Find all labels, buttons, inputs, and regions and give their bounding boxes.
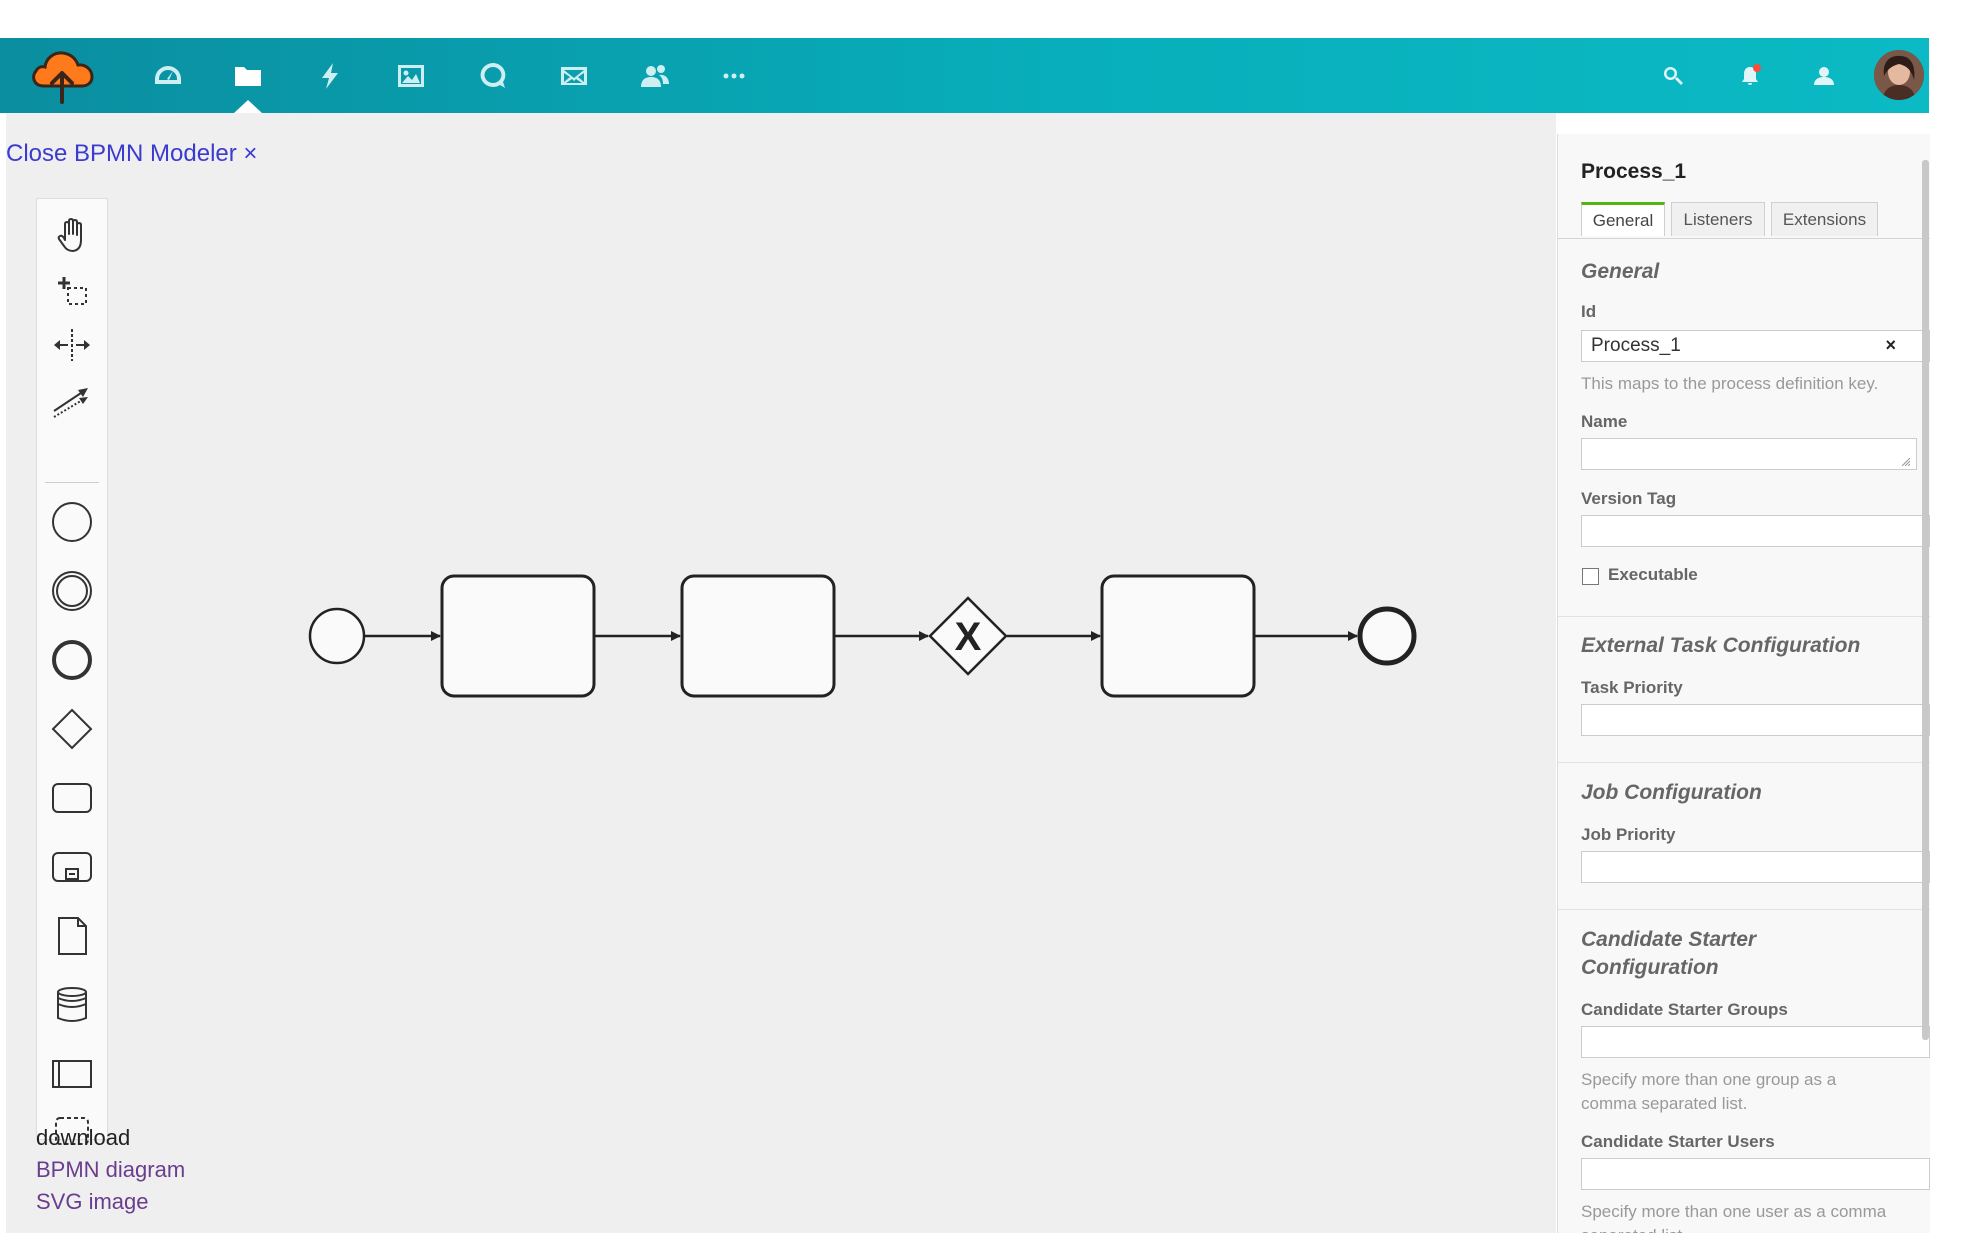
cloud-logo-icon[interactable] xyxy=(28,44,96,106)
bell-icon[interactable] xyxy=(1734,60,1766,92)
gateway-icon[interactable] xyxy=(47,704,97,754)
executable-checkbox[interactable] xyxy=(1582,568,1599,585)
active-nav-indicator xyxy=(234,100,262,113)
candidate-users-label: Candidate Starter Users xyxy=(1581,1132,1775,1151)
task-priority-label: Task Priority xyxy=(1581,678,1683,697)
task-priority-field[interactable] xyxy=(1581,704,1930,736)
pool-icon[interactable] xyxy=(47,1049,97,1099)
hand-tool-icon[interactable] xyxy=(47,211,97,261)
end-event-icon[interactable] xyxy=(47,635,97,685)
candidate-users-hint: Specify more than one user as a comma se… xyxy=(1581,1202,1887,1233)
start-event-icon[interactable] xyxy=(47,497,97,547)
candidate-groups-field[interactable] xyxy=(1581,1026,1930,1058)
palette-separator xyxy=(45,482,99,483)
version-tag-field[interactable] xyxy=(1581,515,1930,547)
subprocess-icon[interactable] xyxy=(47,842,97,892)
properties-scrollbar[interactable] xyxy=(1922,160,1929,1040)
task-icon[interactable] xyxy=(47,773,97,823)
id-hint: This maps to the process definition key. xyxy=(1581,374,1879,393)
task[interactable] xyxy=(440,574,596,698)
search-icon[interactable] xyxy=(1657,60,1689,92)
task[interactable] xyxy=(1100,574,1256,698)
start-event[interactable] xyxy=(308,607,366,665)
data-store-icon[interactable] xyxy=(47,980,97,1030)
tabs-divider xyxy=(1558,238,1930,239)
properties-panel: Process_1 General Listeners Extensions G… xyxy=(1557,134,1930,1233)
bpmn-diagram: X xyxy=(308,574,1417,698)
avatar[interactable] xyxy=(1874,50,1924,100)
download-bpmn-link[interactable]: BPMN diagram xyxy=(36,1154,185,1186)
job-priority-label: Job Priority xyxy=(1581,825,1676,844)
group-divider xyxy=(1558,616,1930,617)
candidate-groups-hint: Specify more than one group as a comma s… xyxy=(1581,1070,1837,1113)
folder-icon[interactable] xyxy=(228,56,268,96)
id-field[interactable] xyxy=(1581,330,1930,362)
chat-icon[interactable] xyxy=(473,56,513,96)
gateway-marker: X xyxy=(955,615,982,659)
properties-title: Process_1 xyxy=(1581,160,1687,183)
group-divider xyxy=(1558,909,1930,910)
close-modeler-link[interactable]: Close BPMN Modeler × xyxy=(6,140,257,168)
candidate-groups-label: Candidate Starter Groups xyxy=(1581,1000,1788,1019)
lightning-icon[interactable] xyxy=(310,56,350,96)
intermediate-event-icon[interactable] xyxy=(47,566,97,616)
general-group-title: General xyxy=(1581,260,1660,283)
tab-extensions[interactable]: Extensions xyxy=(1771,202,1878,236)
tool-palette xyxy=(36,198,108,1145)
tab-general[interactable]: General xyxy=(1581,202,1665,236)
external-task-group-title: External Task Configuration xyxy=(1581,634,1861,657)
lasso-tool-icon[interactable] xyxy=(47,265,97,315)
name-field[interactable] xyxy=(1581,438,1917,470)
image-icon[interactable] xyxy=(391,56,431,96)
more-icon[interactable] xyxy=(714,56,754,96)
candidate-group-title: Candidate Starter Configuration xyxy=(1581,928,1757,979)
download-section: download BPMN diagram SVG image xyxy=(36,1122,185,1218)
user-icon[interactable] xyxy=(1808,60,1840,92)
tab-listeners[interactable]: Listeners xyxy=(1671,202,1765,236)
id-label: Id xyxy=(1581,302,1597,321)
clear-id-icon[interactable]: × xyxy=(1885,335,1896,356)
download-svg-link[interactable]: SVG image xyxy=(36,1186,185,1218)
end-event[interactable] xyxy=(1357,606,1417,666)
resize-grip-icon[interactable] xyxy=(1902,458,1910,466)
group-divider xyxy=(1558,762,1930,763)
version-tag-label: Version Tag xyxy=(1581,489,1677,508)
dashboard-icon[interactable] xyxy=(148,56,188,96)
job-group-title: Job Configuration xyxy=(1581,781,1762,804)
candidate-users-field[interactable] xyxy=(1581,1158,1930,1190)
executable-label: Executable xyxy=(1608,565,1698,584)
name-label: Name xyxy=(1581,412,1628,431)
job-priority-field[interactable] xyxy=(1581,851,1930,883)
connect-tool-icon[interactable] xyxy=(47,374,97,424)
download-title: download xyxy=(36,1125,131,1150)
top-navigation-bar xyxy=(0,38,1929,113)
task[interactable] xyxy=(680,574,836,698)
users-icon[interactable] xyxy=(635,56,675,96)
data-object-icon[interactable] xyxy=(47,911,97,961)
space-tool-icon[interactable] xyxy=(47,320,97,370)
mail-icon[interactable] xyxy=(554,56,594,96)
notification-dot xyxy=(1753,64,1761,72)
